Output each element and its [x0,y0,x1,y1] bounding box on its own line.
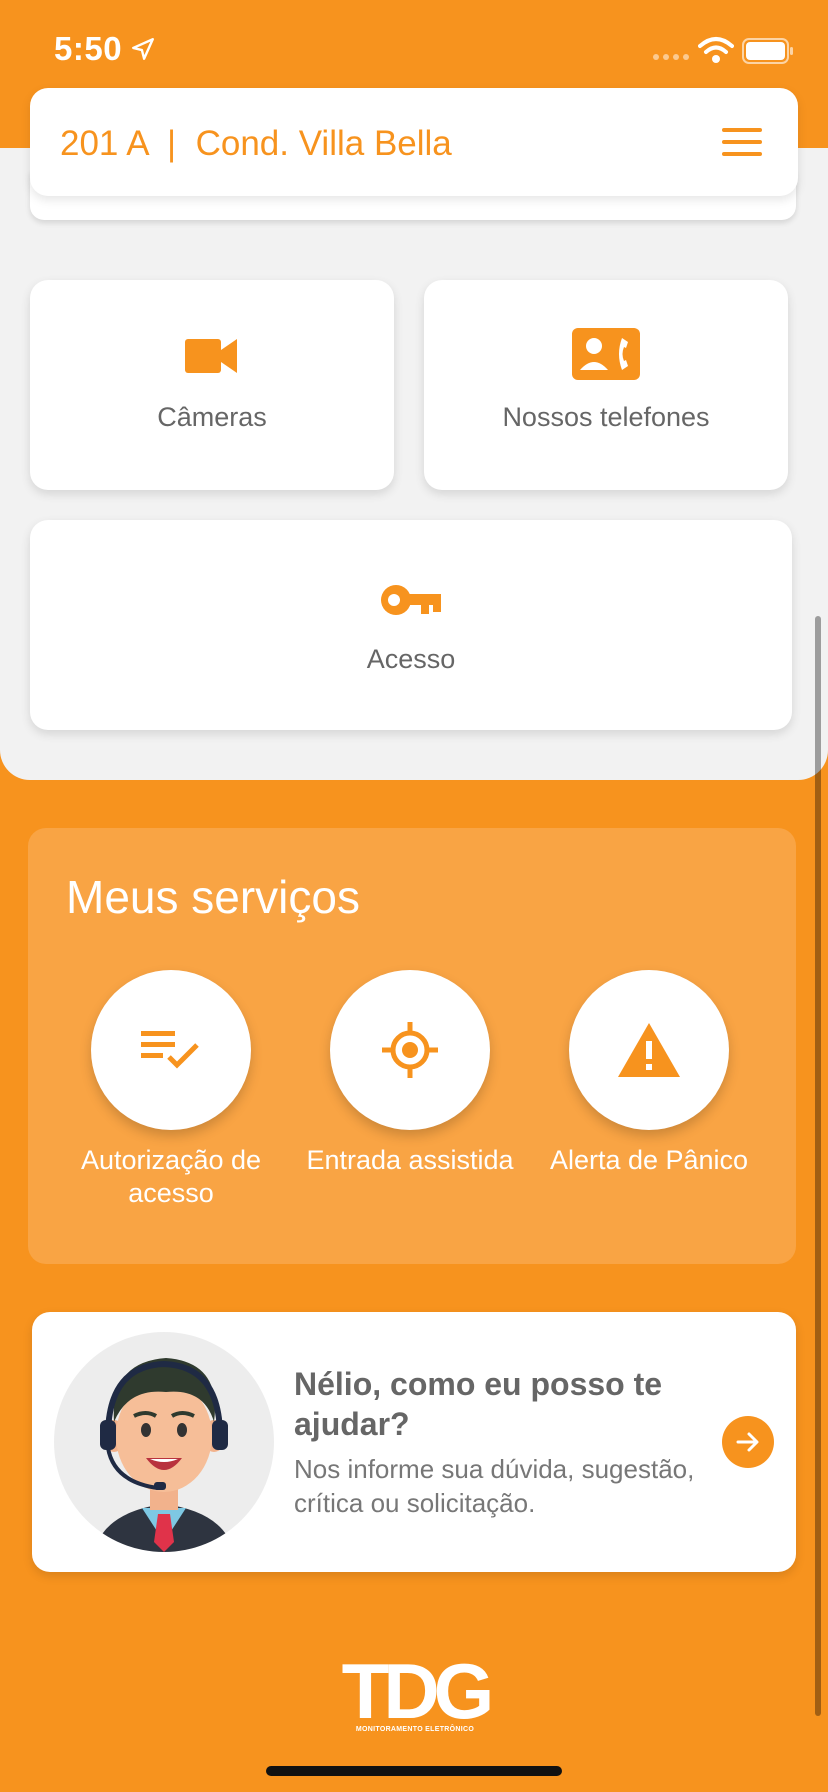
services-panel: Meus serviços Autorização de acesso Entr… [28,828,796,1264]
support-agent-avatar [54,1332,274,1552]
svg-text:TDG: TDG [342,1647,490,1735]
header-bar: 201 A | Cond. Villa Bella [30,88,798,196]
help-arrow-button[interactable] [722,1416,774,1468]
access-label: Acesso [366,644,456,674]
warning-icon [618,1023,680,1077]
video-camera-icon [185,339,237,373]
services-title: Meus serviços [66,871,360,923]
battery-icon [742,38,793,64]
scrollbar[interactable] [815,616,821,1716]
cameras-tile[interactable]: Câmeras [30,280,394,490]
contact-phone-icon [572,328,640,380]
location-arrow-icon [132,38,154,60]
home-indicator[interactable] [266,1766,562,1776]
cameras-label: Câmeras [157,402,267,432]
playlist-check-icon [141,1031,199,1069]
gps-target-icon [382,1022,438,1078]
phones-label: Nossos telefones [502,402,710,432]
service-label: Alerta de Pânico [549,1145,749,1175]
service-access-authorization[interactable]: Autorização de acesso [51,970,291,1210]
wifi-icon [698,37,734,63]
service-circle[interactable] [330,970,490,1130]
help-card[interactable]: Nélio, como eu posso te ajudar? Nos info… [32,1312,796,1572]
service-panic-alert[interactable]: Alerta de Pânico [529,970,769,1177]
service-label: Autorização de acesso [80,1145,262,1208]
tdg-logo: TDG [342,1647,496,1735]
signal-icon [653,54,689,60]
service-circle[interactable] [91,970,251,1130]
service-label: Entrada assistida [306,1145,514,1175]
arrow-right-icon [736,1432,759,1452]
phones-tile[interactable]: Nossos telefones [424,280,788,490]
logo-tagline: MONITORAMENTO ELETRÔNICO [355,1726,475,1733]
service-circle[interactable] [569,970,729,1130]
hamburger-menu-icon[interactable] [722,128,762,158]
key-icon [381,585,441,615]
status-bar: 5:50 [0,0,828,96]
access-tile[interactable]: Acesso [30,520,792,730]
service-assisted-entry[interactable]: Entrada assistida [290,970,530,1177]
status-time: 5:50 [54,30,123,67]
unit-title[interactable]: 201 A | Cond. Villa Bella [60,124,452,164]
help-title: Nélio, como eu posso te ajudar? [294,1366,663,1442]
help-subtitle: Nos informe sua dúvida, sugestão, crític… [294,1454,695,1518]
